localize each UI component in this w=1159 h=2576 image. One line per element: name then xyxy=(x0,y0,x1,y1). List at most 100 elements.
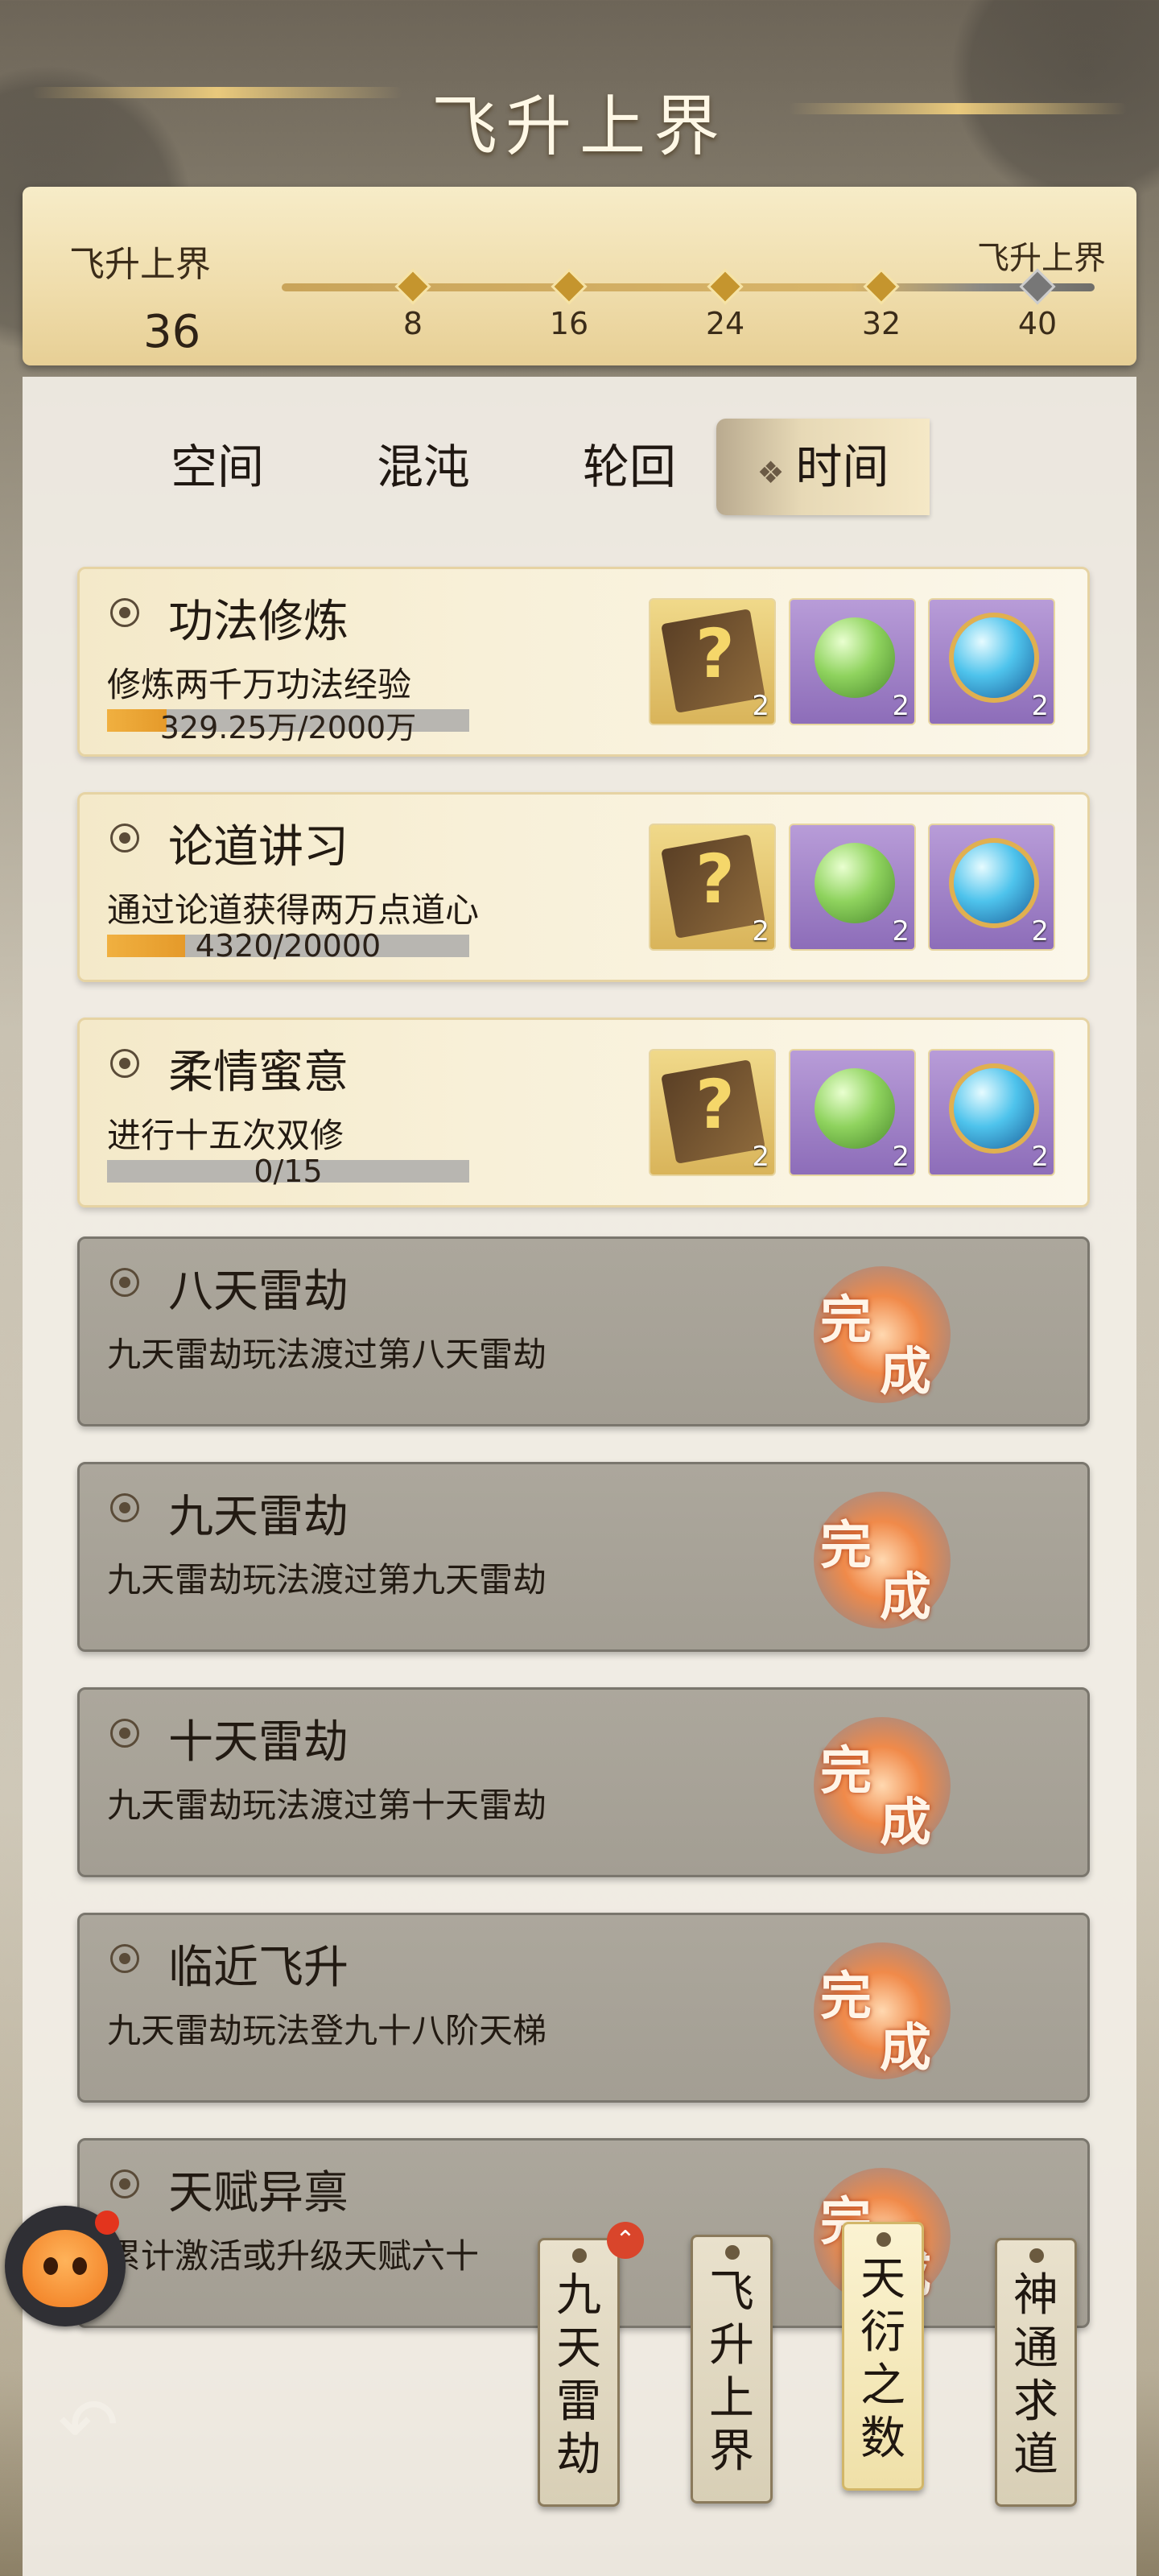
reward-item[interactable]: 2 xyxy=(789,1049,916,1176)
progress-node xyxy=(554,271,584,302)
reward-list: ? 2 2 2 xyxy=(649,1049,1055,1178)
bullet-icon xyxy=(110,1268,139,1297)
bullet-icon xyxy=(110,1049,139,1078)
reward-item[interactable]: 2 xyxy=(789,824,916,951)
reward-item[interactable]: 2 xyxy=(789,598,916,725)
tag-label: 飞升上界 xyxy=(709,2266,754,2478)
green-orb-icon xyxy=(815,617,895,698)
task-progress-bar: 4320/20000 xyxy=(107,928,469,964)
task-description: 进行十五次双修 xyxy=(107,1116,344,1155)
task-card-completed[interactable]: 八天雷劫 九天雷劫玩法渡过第八天雷劫 完成 xyxy=(77,1236,1090,1426)
question-mark-icon: ? xyxy=(695,840,735,919)
reward-list: ? 2 2 2 xyxy=(649,598,1055,727)
page-title: 飞升上界 xyxy=(431,89,728,165)
assistant-avatar-button[interactable] xyxy=(5,2206,126,2326)
task-name: 十天雷劫 xyxy=(168,1716,349,1769)
task-name: 临近飞升 xyxy=(168,1942,349,1994)
reward-item[interactable]: ? 2 xyxy=(649,598,776,725)
task-name: 功法修炼 xyxy=(168,596,349,648)
progress-node xyxy=(710,271,740,302)
task-name: 八天雷劫 xyxy=(168,1265,349,1318)
progress-node xyxy=(398,271,428,302)
tag-hole xyxy=(1029,2248,1044,2263)
task-description: 九天雷劫玩法登九十八阶天梯 xyxy=(107,2011,547,2050)
tag-divine-power-seeking[interactable]: 神通求道 xyxy=(995,2238,1077,2507)
tag-ascend-upper-realm[interactable]: 飞升上界 xyxy=(691,2235,773,2504)
bullet-icon xyxy=(110,1719,139,1748)
reward-count: 2 xyxy=(1031,1141,1049,1173)
task-card-completed[interactable]: 临近飞升 九天雷劫玩法登九十八阶天梯 完成 xyxy=(77,1913,1090,2103)
diamond-icon: ❖ xyxy=(757,455,785,490)
tag-hole xyxy=(876,2232,891,2247)
stamp-char: 成 xyxy=(880,1567,931,1628)
tag-heavenly-numbers[interactable]: 天衍之数 xyxy=(842,2222,924,2491)
task-progress-text: 329.25万/2000万 xyxy=(159,710,417,745)
tab-time[interactable]: ❖ 时间 xyxy=(716,419,930,515)
progress-tick: 24 xyxy=(705,306,745,341)
tag-label: 九天雷劫 xyxy=(556,2269,601,2481)
bullet-icon xyxy=(110,1944,139,1973)
stamp-char: 成 xyxy=(880,2018,931,2079)
task-progress-bar: 329.25万/2000万 xyxy=(107,709,469,745)
reward-count: 2 xyxy=(892,690,909,722)
question-mark-icon: ? xyxy=(695,614,735,693)
progress-tick: 8 xyxy=(402,306,423,341)
tag-nine-heaven-tribulation[interactable]: 九天雷劫 xyxy=(538,2238,620,2507)
task-description: 九天雷劫玩法渡过第十天雷劫 xyxy=(107,1785,547,1825)
bullet-icon xyxy=(110,1493,139,1522)
reward-item[interactable]: 2 xyxy=(928,824,1055,951)
green-orb-icon xyxy=(815,843,895,923)
reward-item[interactable]: 2 xyxy=(928,1049,1055,1176)
tab-space[interactable]: 空间 xyxy=(129,419,306,515)
task-name: 论道讲习 xyxy=(168,821,349,873)
reward-item[interactable]: ? 2 xyxy=(649,824,776,951)
task-progress-text: 0/15 xyxy=(254,1154,323,1189)
reward-count: 2 xyxy=(752,915,769,947)
reward-count: 2 xyxy=(892,1141,909,1173)
task-description: 九天雷劫玩法渡过第九天雷劫 xyxy=(107,1560,547,1600)
task-card-completed[interactable]: 九天雷劫 九天雷劫玩法渡过第九天雷劫 完成 xyxy=(77,1462,1090,1652)
tab-reincarnation[interactable]: 轮回 xyxy=(541,419,718,515)
tag-label: 天衍之数 xyxy=(860,2253,905,2465)
question-mark-icon: ? xyxy=(695,1065,735,1144)
bullet-icon xyxy=(110,2169,139,2198)
tag-label: 神通求道 xyxy=(1013,2269,1058,2481)
task-description: 累计激活或升级天赋六十 xyxy=(107,2236,480,2276)
progress-tick: 40 xyxy=(1017,306,1058,341)
stamp-char: 成 xyxy=(880,1342,931,1402)
completed-stamp: 完成 xyxy=(814,1942,951,2079)
task-card[interactable]: 柔情蜜意 进行十五次双修 0/15 ? 2 2 2 xyxy=(77,1018,1090,1208)
progress-right-label: 飞升上界 xyxy=(977,240,1106,277)
green-orb-icon xyxy=(815,1068,895,1149)
task-description: 通过论道获得两万点道心 xyxy=(107,890,480,930)
task-description: 修炼两千万功法经验 xyxy=(107,665,412,704)
bullet-icon xyxy=(110,824,139,852)
task-card[interactable]: 论道讲习 通过论道获得两万点道心 4320/20000 ? 2 2 2 xyxy=(77,792,1090,982)
tag-hole xyxy=(725,2245,740,2260)
reward-count: 2 xyxy=(752,690,769,722)
back-icon[interactable]: ↶ xyxy=(58,2383,118,2467)
reward-count: 2 xyxy=(1031,690,1049,722)
completed-stamp: 完成 xyxy=(814,1717,951,1854)
blue-orb-icon xyxy=(954,843,1034,923)
task-progress-bar: 0/15 xyxy=(107,1154,469,1189)
ascension-progress-panel: 飞升上界 36 飞升上界 8 16 24 32 40 xyxy=(23,187,1136,365)
task-name: 柔情蜜意 xyxy=(168,1046,349,1099)
task-card[interactable]: 功法修炼 修炼两千万功法经验 329.25万/2000万 ? 2 2 2 xyxy=(77,567,1090,757)
task-card-completed[interactable]: 十天雷劫 九天雷劫玩法渡过第十天雷劫 完成 xyxy=(77,1687,1090,1877)
tab-chaos[interactable]: 混沌 xyxy=(335,419,512,515)
reward-item[interactable]: 2 xyxy=(928,598,1055,725)
reward-count: 2 xyxy=(892,915,909,947)
progress-tick: 16 xyxy=(549,306,589,341)
blue-orb-icon xyxy=(954,1068,1034,1149)
blue-orb-icon xyxy=(954,617,1034,698)
task-progress-text: 4320/20000 xyxy=(195,928,382,964)
reward-item[interactable]: ? 2 xyxy=(649,1049,776,1176)
completed-stamp: 完成 xyxy=(814,1492,951,1629)
progress-node xyxy=(866,271,897,302)
tab-time-label: 时间 xyxy=(795,440,889,494)
progress-left-label: 飞升上界 xyxy=(69,244,211,285)
task-name: 天赋异禀 xyxy=(168,2167,349,2219)
completed-stamp: 完成 xyxy=(814,1266,951,1403)
progress-current-value: 36 xyxy=(143,306,201,358)
